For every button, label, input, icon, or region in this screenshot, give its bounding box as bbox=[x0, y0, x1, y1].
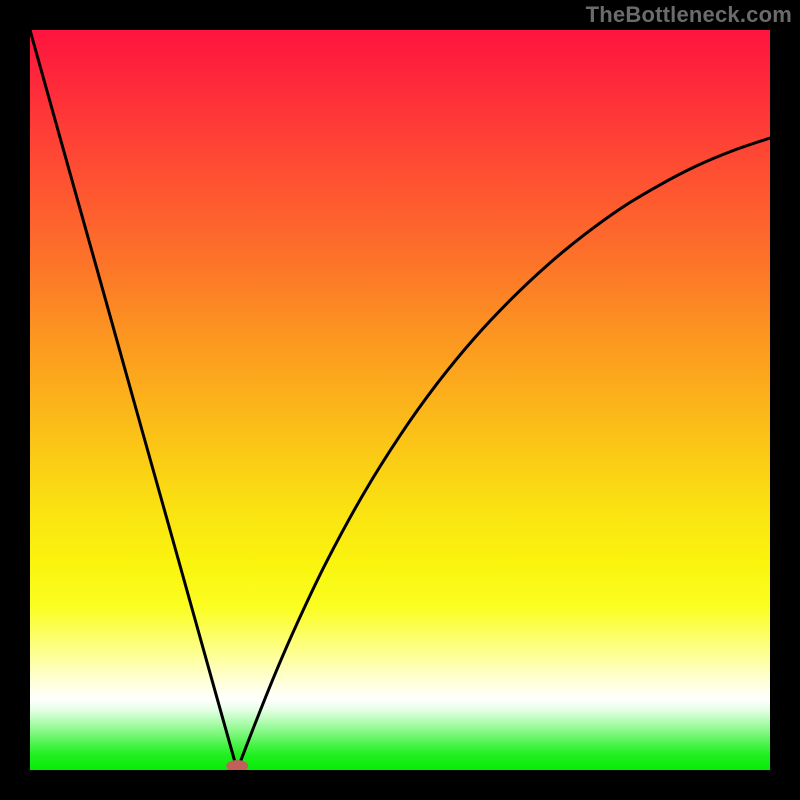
chart-svg bbox=[30, 30, 770, 770]
minimum-marker bbox=[226, 760, 248, 770]
bottleneck-curve bbox=[30, 30, 770, 770]
watermark-text: TheBottleneck.com bbox=[586, 2, 792, 28]
plot-area bbox=[30, 30, 770, 770]
chart-canvas: TheBottleneck.com bbox=[0, 0, 800, 800]
